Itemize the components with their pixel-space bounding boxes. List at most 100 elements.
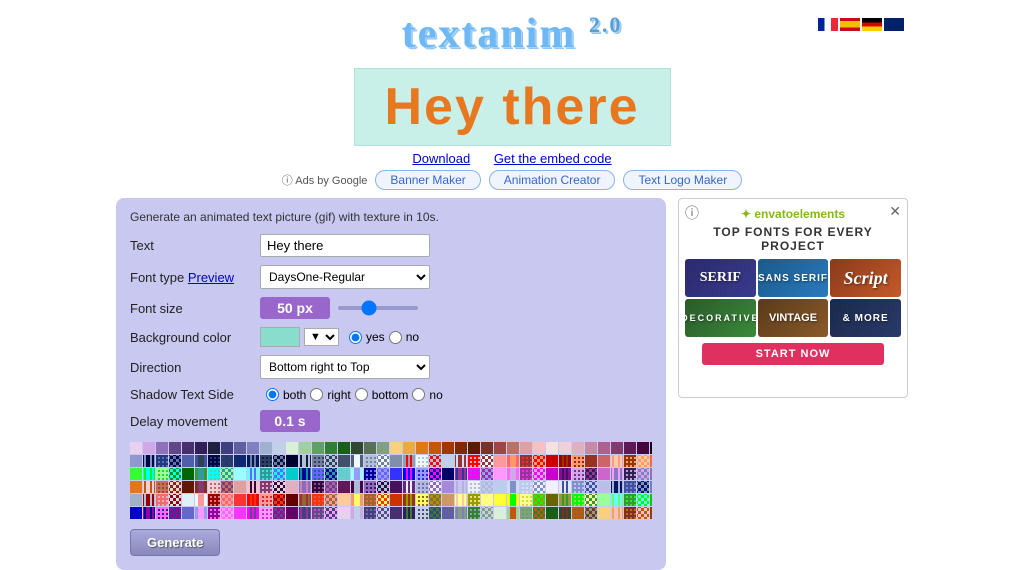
texture-cell[interactable] [533,494,545,506]
texture-cell[interactable] [208,468,220,480]
texture-cell[interactable] [455,455,467,467]
texture-cell[interactable] [533,507,545,519]
texture-cell[interactable] [260,455,272,467]
texture-cell[interactable] [546,455,558,467]
nav-text-logo-maker[interactable]: Text Logo Maker [623,170,742,190]
texture-cell[interactable] [403,494,415,506]
texture-cell[interactable] [221,481,233,493]
texture-cell[interactable] [442,507,454,519]
texture-cell[interactable] [507,494,519,506]
texture-cell[interactable] [507,468,519,480]
texture-cell[interactable] [364,455,376,467]
shadow-bottom-radio[interactable] [355,388,368,401]
texture-cell[interactable] [468,455,480,467]
texture-cell[interactable] [611,494,623,506]
texture-cell[interactable] [312,442,324,454]
texture-cell[interactable] [390,481,402,493]
texture-cell[interactable] [611,481,623,493]
texture-cell[interactable] [195,442,207,454]
texture-cell[interactable] [403,442,415,454]
texture-cell[interactable] [416,507,428,519]
texture-cell[interactable] [130,481,142,493]
texture-cell[interactable] [234,468,246,480]
text-input[interactable] [260,234,430,257]
ad-cta-button[interactable]: START NOW [702,343,884,365]
texture-cell[interactable] [455,468,467,480]
texture-cell[interactable] [416,468,428,480]
texture-cell[interactable] [494,455,506,467]
texture-cell[interactable] [286,507,298,519]
texture-cell[interactable] [182,494,194,506]
texture-cell[interactable] [182,442,194,454]
texture-cell[interactable] [247,494,259,506]
texture-cell[interactable] [130,507,142,519]
texture-cell[interactable] [390,442,402,454]
texture-cell[interactable] [403,507,415,519]
texture-cell[interactable] [390,455,402,467]
texture-cell[interactable] [286,455,298,467]
texture-cell[interactable] [442,494,454,506]
texture-cell[interactable] [182,481,194,493]
texture-cell[interactable] [182,468,194,480]
texture-cell[interactable] [325,468,337,480]
texture-cell[interactable] [338,481,350,493]
texture-cell[interactable] [520,455,532,467]
texture-cell[interactable] [299,468,311,480]
texture-cell[interactable] [442,442,454,454]
texture-cell[interactable] [546,494,558,506]
texture-cell[interactable] [299,455,311,467]
texture-cell[interactable] [481,468,493,480]
font-size-slider[interactable] [338,306,418,310]
texture-cell[interactable] [156,481,168,493]
texture-cell[interactable] [130,442,142,454]
ad-cell-script[interactable]: Script [830,259,901,297]
texture-cell[interactable] [585,481,597,493]
texture-cell[interactable] [429,507,441,519]
texture-cell[interactable] [364,494,376,506]
texture-cell[interactable] [208,507,220,519]
texture-cell[interactable] [247,442,259,454]
texture-cell[interactable] [559,507,571,519]
texture-cell[interactable] [572,455,584,467]
language-flags[interactable] [818,18,904,31]
texture-cell[interactable] [572,507,584,519]
texture-cell[interactable] [559,442,571,454]
texture-cell[interactable] [585,507,597,519]
texture-cell[interactable] [156,494,168,506]
shadow-no-radio[interactable] [412,388,425,401]
texture-cell[interactable] [260,481,272,493]
texture-cell[interactable] [520,468,532,480]
texture-cell[interactable] [429,442,441,454]
texture-cell[interactable] [520,442,532,454]
texture-cell[interactable] [598,494,610,506]
texture-cell[interactable] [338,455,350,467]
texture-cell[interactable] [624,507,636,519]
texture-cell[interactable] [468,507,480,519]
texture-cell[interactable] [169,507,181,519]
texture-cell[interactable] [247,468,259,480]
texture-cell[interactable] [351,442,363,454]
texture-cell[interactable] [533,468,545,480]
ad-info-icon[interactable]: ⓘ [685,203,699,223]
ad-cell-decorative[interactable]: DECORATIVE [685,299,756,337]
texture-cell[interactable] [481,507,493,519]
texture-cell[interactable] [494,442,506,454]
texture-cell[interactable] [624,494,636,506]
texture-cell[interactable] [286,468,298,480]
texture-cell[interactable] [234,481,246,493]
texture-cell[interactable] [221,468,233,480]
texture-cell[interactable] [403,468,415,480]
texture-cell[interactable] [299,442,311,454]
texture-cell[interactable] [260,507,272,519]
texture-cell[interactable] [156,442,168,454]
shadow-right-radio[interactable] [310,388,323,401]
texture-cell[interactable] [169,455,181,467]
texture-cell[interactable] [169,481,181,493]
texture-cell[interactable] [377,442,389,454]
texture-cell[interactable] [364,442,376,454]
texture-cell[interactable] [624,442,636,454]
texture-cell[interactable] [195,507,207,519]
texture-cell[interactable] [195,455,207,467]
texture-cell[interactable] [208,455,220,467]
texture-cell[interactable] [637,481,649,493]
